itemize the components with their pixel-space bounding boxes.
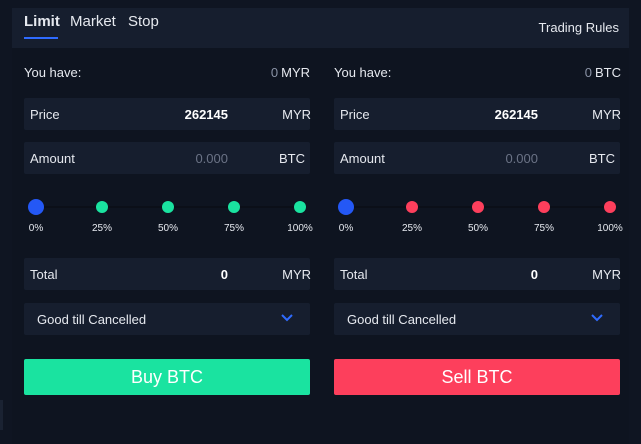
sell-amount-field[interactable]: Amount 0.000 BTC	[334, 142, 620, 174]
slider-tick-label: 100%	[287, 223, 313, 234]
slider-step-dot[interactable]	[96, 201, 108, 213]
buy-total-field: Total 0 MYR	[24, 258, 311, 290]
slider-tick-label: 50%	[157, 223, 179, 234]
left-edge-divider	[0, 400, 3, 430]
slider-tick-label: 75%	[223, 223, 245, 234]
sell-total-unit: MYR	[592, 267, 621, 282]
sell-you-have-label: You have:	[334, 65, 392, 80]
buy-price-unit: MYR	[282, 107, 311, 122]
sell-price-field[interactable]: Price 262145 MYR	[334, 98, 621, 130]
buy-price-label: Price	[30, 107, 60, 122]
buy-amount-label: Amount	[30, 151, 75, 166]
slider-tick-label: 50%	[467, 223, 489, 234]
slider-step-dot[interactable]	[472, 201, 484, 213]
sell-total-value: 0	[530, 267, 538, 282]
sell-amount-slider[interactable]: 0% 25% 50% 75% 100%	[334, 198, 623, 238]
buy-total-label: Total	[30, 267, 58, 282]
sell-balance-unit: BTC	[595, 65, 621, 80]
buy-amount-unit: BTC	[279, 151, 305, 166]
slider-step-dot[interactable]	[228, 201, 240, 213]
sell-form: You have: 0 BTC Price 262145 MYR Amount 0…	[334, 0, 623, 444]
sell-amount-unit: BTC	[589, 151, 615, 166]
slider-tick-label: 25%	[401, 223, 423, 234]
sell-time-in-force-select[interactable]: Good till Cancelled	[334, 303, 620, 335]
chevron-down-icon	[281, 314, 293, 322]
sell-amount-label: Amount	[340, 151, 385, 166]
sell-balance-row: You have: 0 BTC	[334, 65, 621, 81]
buy-total-value: 0	[220, 267, 228, 282]
buy-amount-slider[interactable]: 0% 25% 50% 75% 100%	[24, 198, 313, 238]
slider-tick-label: 25%	[91, 223, 113, 234]
buy-balance-unit: MYR	[281, 65, 310, 80]
buy-balance: 0 MYR	[271, 65, 310, 80]
buy-time-in-force-select[interactable]: Good till Cancelled	[24, 303, 310, 335]
slider-tick-label: 100%	[597, 223, 623, 234]
buy-amount-input[interactable]: 0.000	[108, 151, 228, 166]
slider-tick-label: 75%	[533, 223, 555, 234]
slider-step-dot[interactable]	[294, 201, 306, 213]
buy-form: You have: 0 MYR Price 262145 MYR Amount 0…	[24, 0, 313, 444]
buy-time-in-force-value: Good till Cancelled	[37, 312, 147, 327]
buy-price-value[interactable]: 262145	[108, 107, 228, 122]
buy-you-have-label: You have:	[24, 65, 82, 80]
sell-btc-button[interactable]: Sell BTC	[334, 359, 620, 395]
sell-total-field: Total 0 MYR	[334, 258, 621, 290]
sell-price-value[interactable]: 262145	[418, 107, 538, 122]
sell-amount-input[interactable]: 0.000	[418, 151, 538, 166]
buy-price-field[interactable]: Price 262145 MYR	[24, 98, 311, 130]
sell-balance-value: 0	[584, 65, 592, 80]
slider-tick-label: 0%	[338, 223, 354, 234]
chevron-down-icon	[591, 314, 603, 322]
sell-total-label: Total	[340, 267, 368, 282]
slider-handle[interactable]	[338, 199, 354, 215]
buy-btc-button[interactable]: Buy BTC	[24, 359, 310, 395]
buy-balance-row: You have: 0 MYR	[24, 65, 310, 81]
slider-step-dot[interactable]	[162, 201, 174, 213]
slider-handle[interactable]	[28, 199, 44, 215]
sell-price-unit: MYR	[592, 107, 621, 122]
buy-amount-field[interactable]: Amount 0.000 BTC	[24, 142, 310, 174]
sell-time-in-force-value: Good till Cancelled	[347, 312, 457, 327]
buy-total-unit: MYR	[282, 267, 311, 282]
slider-step-dot[interactable]	[406, 201, 418, 213]
slider-tick-label: 0%	[28, 223, 44, 234]
buy-balance-value: 0	[270, 65, 279, 80]
slider-step-dot[interactable]	[538, 201, 550, 213]
sell-price-label: Price	[340, 107, 370, 122]
sell-balance: 0 BTC	[585, 65, 621, 80]
slider-step-dot[interactable]	[604, 201, 616, 213]
